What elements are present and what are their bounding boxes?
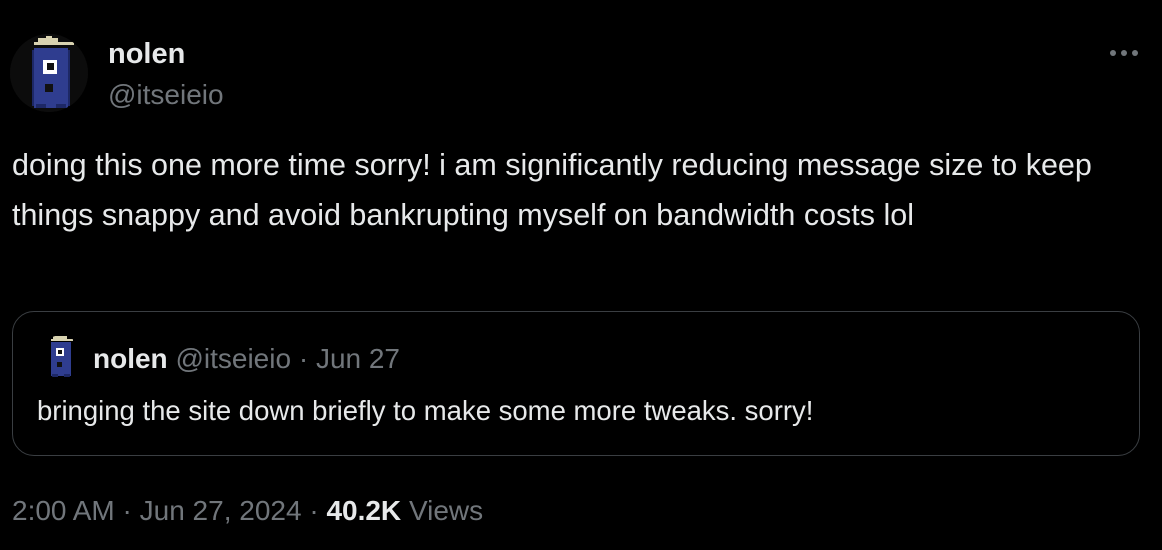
tweet-meta: 2:00 AM · Jun 27, 2024 · 40.2K Views (12, 492, 483, 530)
tweet-date[interactable]: Jun 27, 2024 (140, 495, 302, 526)
more-options-button[interactable] (1104, 38, 1144, 68)
quoted-tweet[interactable]: nolen @itseieio · Jun 27 bringing the si… (12, 311, 1140, 456)
pixel-robot-avatar-icon (10, 34, 88, 112)
meta-separator: · (122, 495, 132, 526)
tweet-card: nolen @itseieio doing this one more time… (0, 0, 1162, 550)
views-label: Views (408, 495, 484, 526)
quote-separator: · (298, 343, 309, 374)
quote-author-avatar[interactable] (41, 335, 81, 379)
quote-date[interactable]: Jun 27 (316, 343, 400, 374)
views-count[interactable]: 40.2K (326, 495, 401, 526)
tweet-text: doing this one more time sorry! i am sig… (12, 148, 1092, 232)
meta-separator: · (309, 495, 319, 526)
more-horizontal-icon (1110, 50, 1138, 56)
author-avatar[interactable] (10, 34, 88, 112)
author-name[interactable]: nolen (108, 37, 185, 71)
tweet-time[interactable]: 2:00 AM (12, 495, 115, 526)
pixel-robot-avatar-icon (41, 335, 81, 379)
quote-author-name[interactable]: nolen (93, 343, 168, 374)
author-handle[interactable]: @itseieio (108, 78, 224, 112)
quote-author-handle[interactable]: @itseieio (175, 343, 291, 374)
quote-text: bringing the site down briefly to make s… (37, 395, 814, 426)
quote-header: nolen @itseieio · Jun 27 (93, 342, 400, 376)
